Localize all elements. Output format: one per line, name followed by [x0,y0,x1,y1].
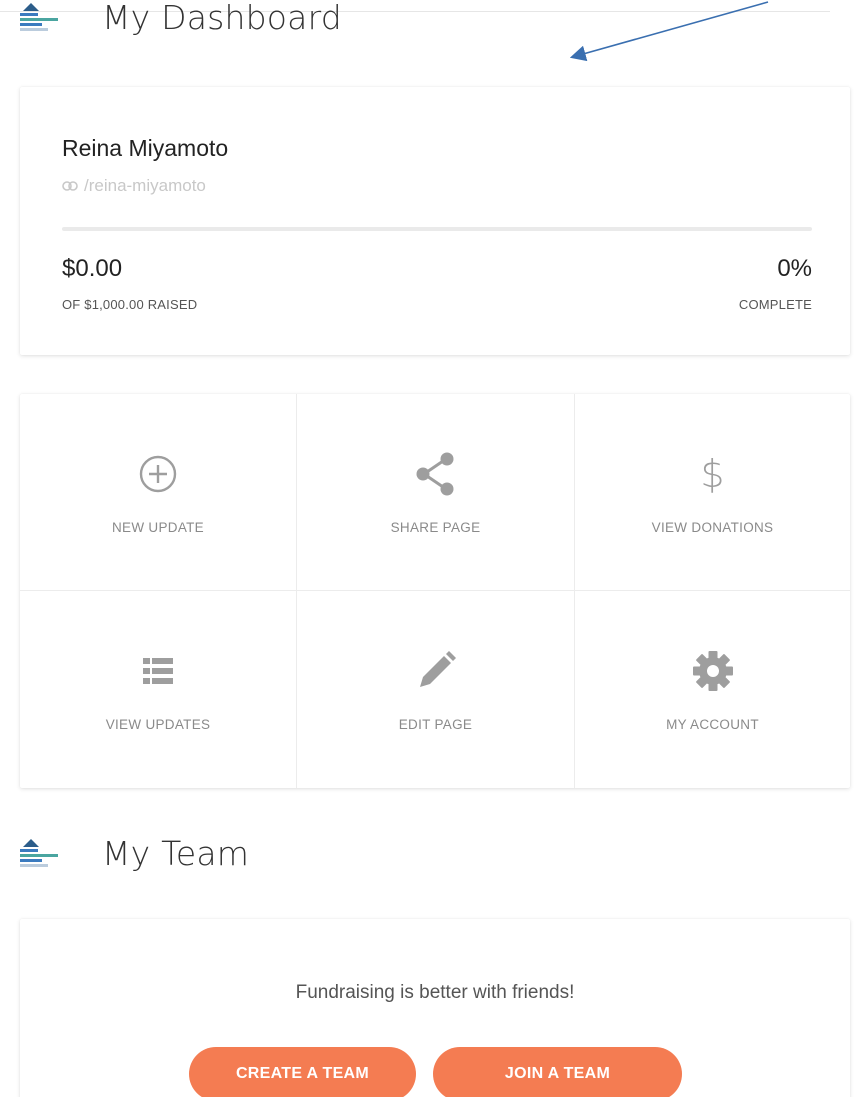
raised-goal-label: OF $1,000.00 RAISED [62,297,198,312]
join-team-button[interactable]: JOIN A TEAM [433,1047,682,1097]
profile-link-text: /reina-miyamoto [84,176,206,195]
edit-page-label: EDIT PAGE [398,717,473,732]
create-team-button[interactable]: CREATE A TEAM [189,1047,416,1097]
share-page-button[interactable]: SHARE PAGE [297,394,575,591]
progress-bar [62,227,812,231]
gear-icon [689,647,737,695]
my-account-button[interactable]: MY ACCOUNT [575,591,850,788]
edit-page-button[interactable]: EDIT PAGE [297,591,575,788]
share-icon [412,450,460,498]
new-update-label: NEW UPDATE [111,520,204,535]
actions-panel: NEW UPDATE SHARE PAGE $ VIEW DONATIONS V… [20,394,850,788]
percent-complete-label: COMPLETE [738,297,812,312]
pencil-icon [412,647,460,695]
view-donations-label: VIEW DONATIONS [651,520,774,535]
profile-link[interactable]: /reina-miyamoto [62,176,206,196]
team-section-title: My Team [102,833,250,873]
org-logo [20,0,68,41]
team-card: Fundraising is better with friends! CREA… [20,919,850,1097]
team-message: Fundraising is better with friends! [295,982,575,1003]
my-account-label: MY ACCOUNT [666,717,759,732]
raised-amount: $0.00 [62,255,123,282]
profile-card: Reina Miyamoto /reina-miyamoto $0.00 OF … [20,87,850,355]
dollar-icon: $ [700,452,725,496]
new-update-button[interactable]: NEW UPDATE [20,394,297,591]
view-donations-button[interactable]: $ VIEW DONATIONS [575,394,850,591]
annotation-arrow [569,1,769,62]
page-title: My Dashboard [102,0,342,37]
dashboard-header: My Dashboard [20,0,342,48]
org-logo [20,829,68,877]
view-updates-label: VIEW UPDATES [105,717,211,732]
percent-complete: 0% [777,255,812,282]
link-icon [62,181,78,191]
list-icon [134,647,182,695]
fundraiser-name: Reina Miyamoto [62,135,229,161]
team-header: My Team [20,822,249,884]
plus-circle-icon [134,450,182,498]
view-updates-button[interactable]: VIEW UPDATES [20,591,297,788]
share-page-label: SHARE PAGE [390,520,481,535]
